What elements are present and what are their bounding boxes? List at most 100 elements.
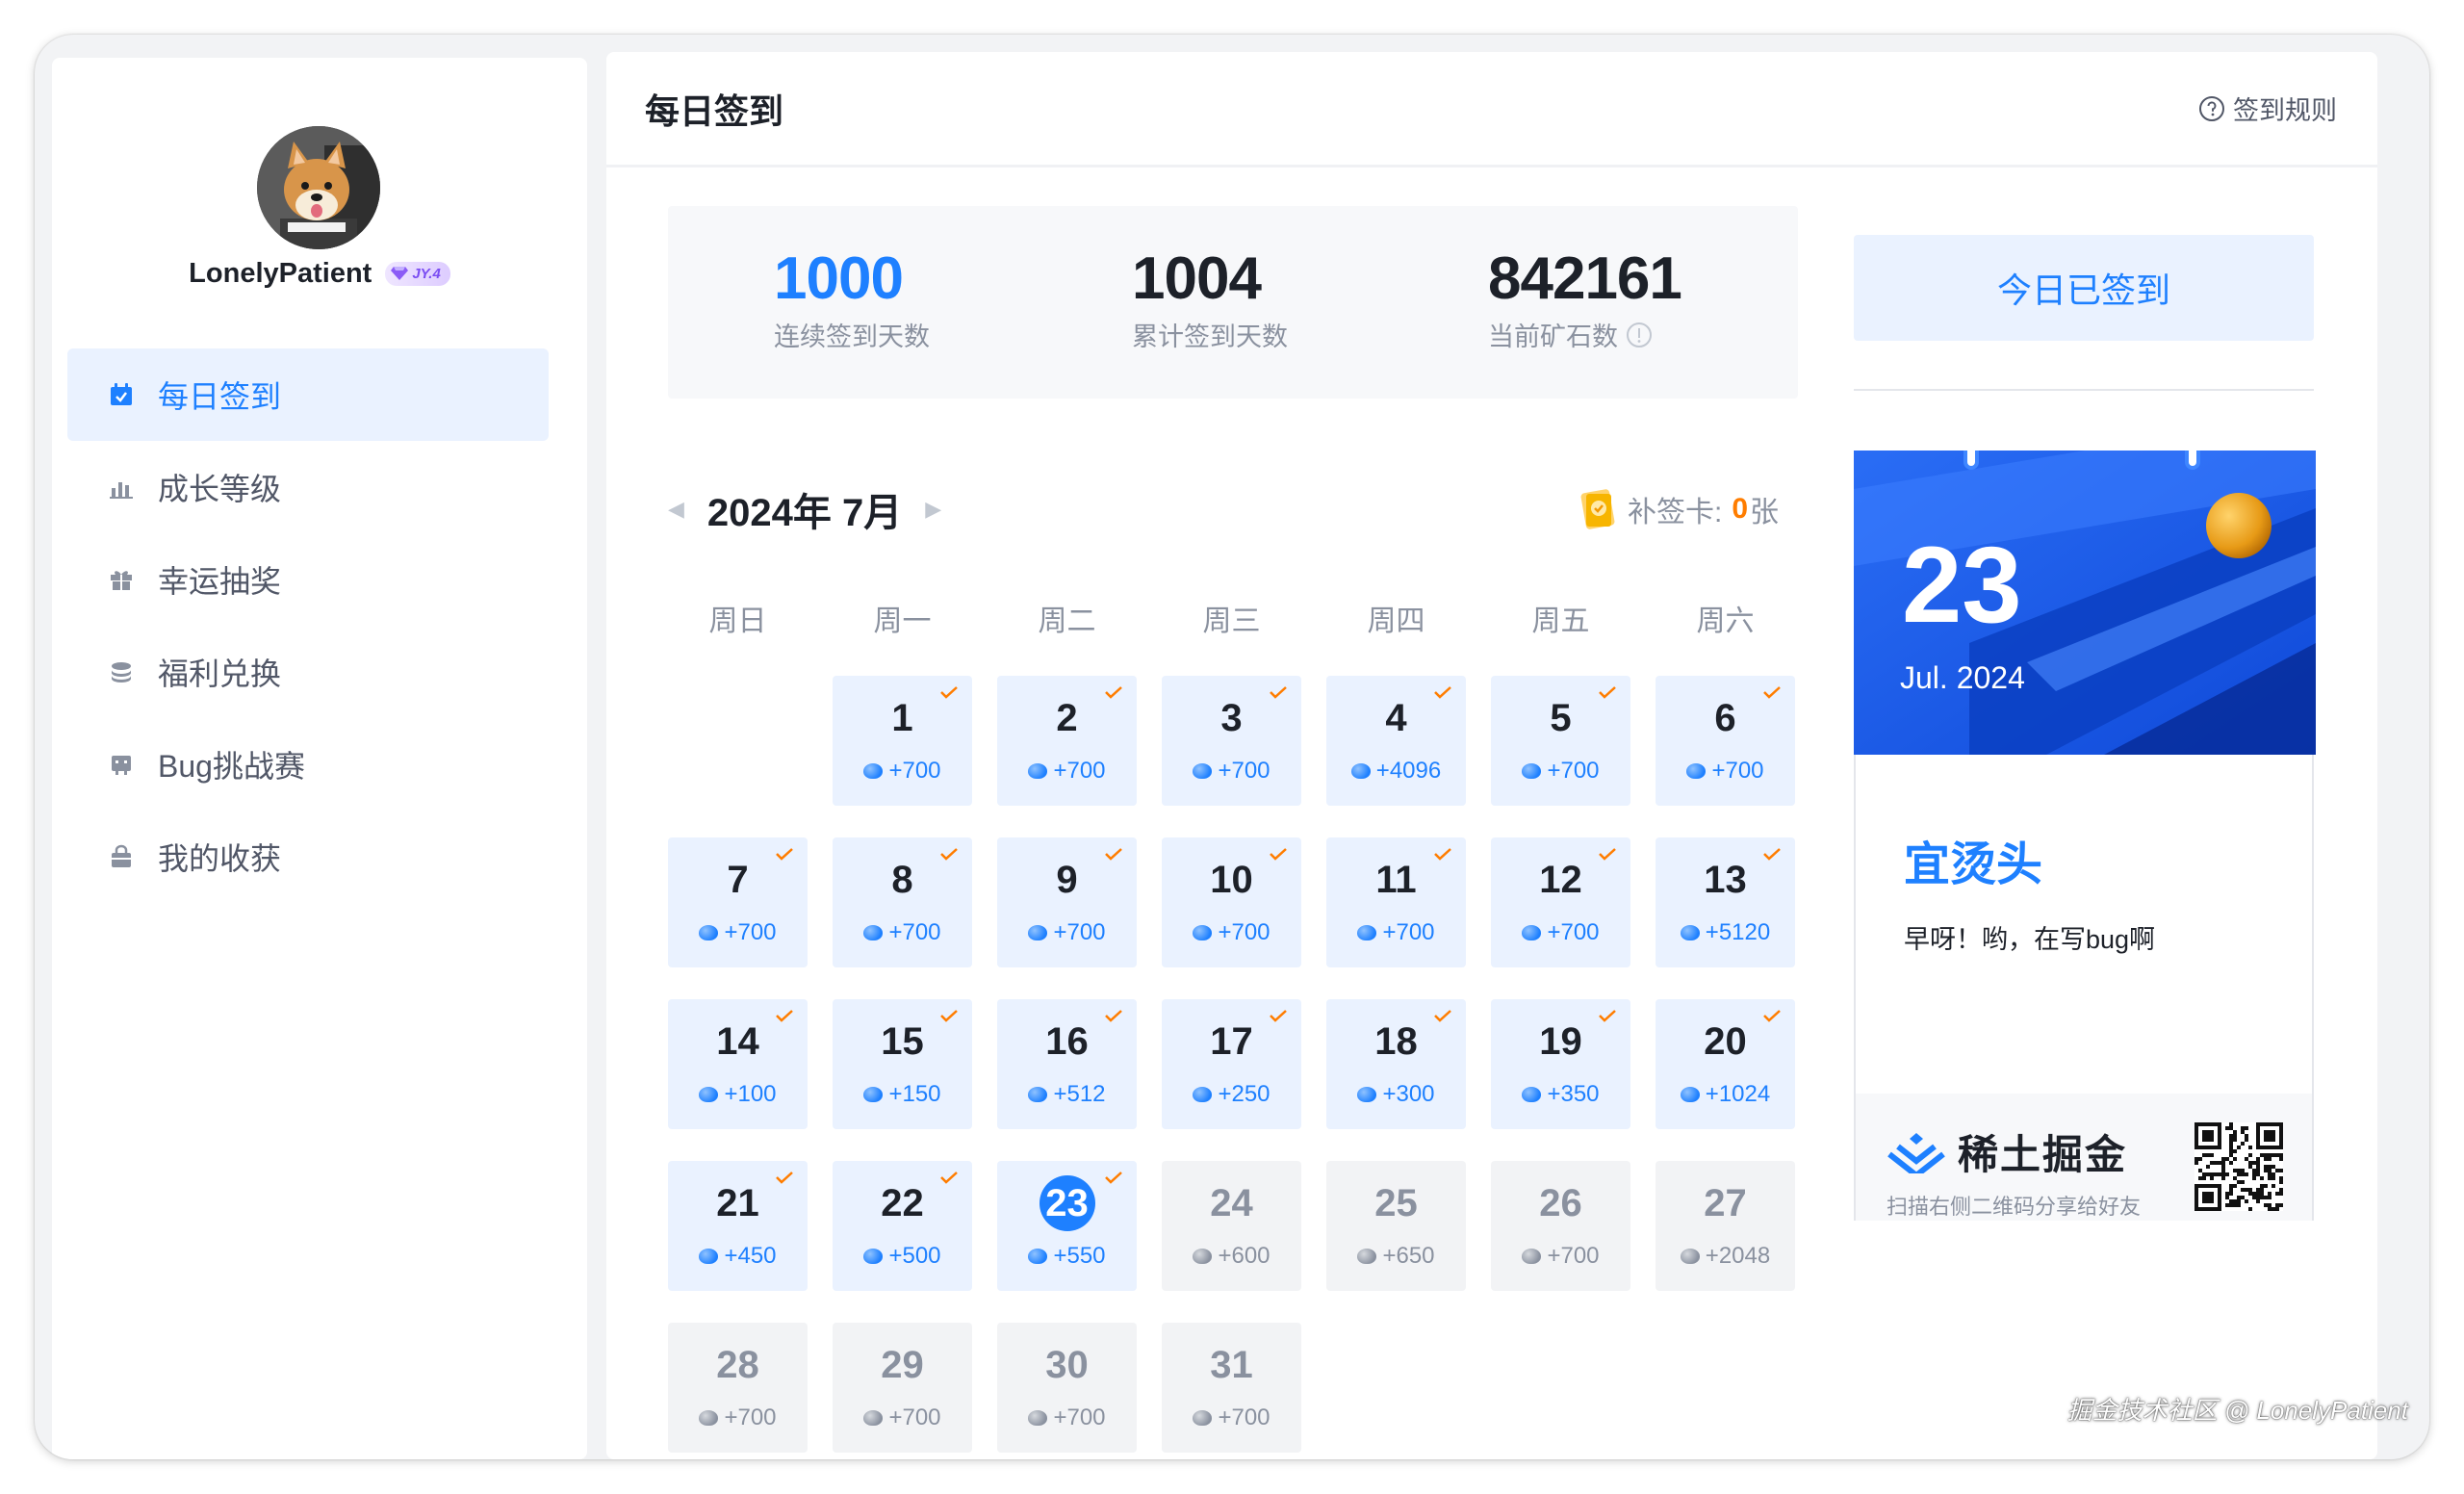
ore-icon — [1686, 763, 1707, 779]
day-reward: +700 — [1491, 1242, 1630, 1271]
calendar-day-cell[interactable]: 10 +700 — [1162, 837, 1301, 967]
checkmark-icon — [1599, 686, 1616, 699]
day-reward: +700 — [1162, 1404, 1301, 1432]
avatar[interactable] — [257, 126, 380, 249]
sidebar-item-rewards-exchange[interactable]: 福利兑换 — [67, 626, 549, 718]
calendar-day-cell[interactable]: 20 +1024 — [1656, 999, 1795, 1129]
checkmark-icon — [940, 1010, 958, 1022]
day-number: 16 — [1045, 1020, 1089, 1063]
sidebar-item-my-harvest[interactable]: 我的收获 — [67, 811, 549, 903]
calendar-day-cell[interactable]: 18 +300 — [1326, 999, 1466, 1129]
calendar-day-cell[interactable]: 30 +700 — [997, 1323, 1137, 1453]
month-navigation: ◀ 2024年 7月 ▶ — [668, 476, 941, 543]
calendar-day-cell[interactable]: 15 +150 — [833, 999, 972, 1129]
calendar-day-cell[interactable]: 25 +650 — [1326, 1161, 1466, 1291]
day-number: 5 — [1550, 697, 1572, 739]
watermark: 掘金技术社区 @ LonelyPatient — [2066, 1396, 2408, 1425]
calendar-day-cell[interactable]: 12 +700 — [1491, 837, 1630, 967]
sidebar-item-growth-level[interactable]: 成长等级 — [67, 441, 549, 533]
reward-amount: +700 — [1711, 758, 1764, 784]
help-circle-icon — [2199, 95, 2224, 121]
stat-value: 842161 — [1488, 245, 1682, 312]
checkmark-icon — [1599, 848, 1616, 861]
day-number: 26 — [1539, 1182, 1582, 1224]
card-footer: 稀土掘金 扫描右侧二维码分享给好友 — [1856, 1094, 2312, 1221]
calendar-day-cell[interactable]: 11 +700 — [1326, 837, 1466, 967]
day-reward: +700 — [668, 1404, 808, 1432]
ore-icon — [699, 1410, 719, 1426]
reward-amount: +150 — [888, 1081, 941, 1107]
day-reward: +700 — [833, 1404, 972, 1432]
calendar-day-cell[interactable]: 24 +600 — [1162, 1161, 1301, 1291]
ore-icon — [1680, 1087, 1700, 1102]
calendar-day-cell[interactable]: 4 +4096 — [1326, 676, 1466, 806]
calendar-day-cell[interactable]: 14 +100 — [668, 999, 808, 1129]
calendar-day-cell[interactable]: 9 +700 — [997, 837, 1137, 967]
username[interactable]: LonelyPatient — [189, 258, 372, 290]
day-number: 31 — [1210, 1344, 1253, 1386]
day-reward: +4096 — [1326, 757, 1466, 786]
bag-icon — [108, 843, 135, 870]
calendar-day-cell[interactable]: 31 +700 — [1162, 1323, 1301, 1453]
calendar-day-cell[interactable]: 22 +500 — [833, 1161, 972, 1291]
day-number: 18 — [1374, 1020, 1418, 1063]
calendar-day-cell[interactable]: 8 +700 — [833, 837, 972, 967]
sidebar-item-label: Bug挑战赛 — [158, 749, 305, 784]
calendar-day-cell[interactable]: 7 +700 — [668, 837, 808, 967]
sidebar-item-bug-challenge[interactable]: Bug挑战赛 — [67, 718, 549, 811]
day-reward: +650 — [1326, 1242, 1466, 1271]
calendar-day-cell[interactable]: 23 +550 — [997, 1161, 1137, 1291]
calendar-day-cell[interactable]: 26 +700 — [1491, 1161, 1630, 1291]
calendar-day-cell[interactable]: 27 +2048 — [1656, 1161, 1795, 1291]
checkmark-icon — [1763, 1010, 1781, 1022]
ore-icon — [863, 1249, 884, 1264]
sidebar-item-lucky-draw[interactable]: 幸运抽奖 — [67, 533, 549, 626]
ore-icon — [1680, 925, 1700, 940]
prev-month-icon[interactable]: ◀ — [668, 497, 684, 522]
reward-amount: +1024 — [1705, 1081, 1771, 1107]
sidebar-nav: 每日签到 成长等级 幸运抽奖 福利兑换 Bug挑战赛 我的收获 — [67, 348, 549, 903]
checked-in-button[interactable]: 今日已签到 — [1854, 235, 2314, 341]
info-icon[interactable] — [1626, 322, 1653, 348]
calendar-day-cell[interactable]: 16 +512 — [997, 999, 1137, 1129]
calendar-day-cell[interactable]: 3 +700 — [1162, 676, 1301, 806]
calendar-day-cell[interactable]: 19 +350 — [1491, 999, 1630, 1129]
day-number: 21 — [716, 1182, 759, 1224]
qr-code-icon[interactable] — [2194, 1122, 2283, 1211]
calendar-day-cell[interactable]: 1 +700 — [833, 676, 972, 806]
checkmark-icon — [776, 848, 793, 861]
calendar-day-cell[interactable]: 29 +700 — [833, 1323, 972, 1453]
page-title: 每日签到 — [645, 90, 784, 131]
sidebar-item-daily-checkin[interactable]: 每日签到 — [67, 348, 549, 441]
day-number: 15 — [881, 1020, 924, 1063]
ore-icon — [1028, 925, 1048, 940]
weekday-fri: 周五 — [1531, 605, 1590, 637]
calendar-day-cell[interactable]: 5 +700 — [1491, 676, 1630, 806]
weekday-header: 周日 周一 周二 周三 周四 周五 周六 — [668, 593, 1798, 651]
calendar-day-cell[interactable]: 2 +700 — [997, 676, 1137, 806]
calendar-day-cell[interactable]: 13 +5120 — [1656, 837, 1795, 967]
fortune-title: 宜烫头 — [1904, 839, 2043, 890]
weekday-tue: 周二 — [1038, 605, 1096, 637]
app-window: LonelyPatient JY.4 每日签到 成长等级 幸运抽奖 福利兑换 B… — [35, 35, 2429, 1459]
diamond-icon — [391, 267, 409, 280]
day-number: 4 — [1385, 697, 1407, 739]
calendar-day-cell[interactable]: 21 +450 — [668, 1161, 808, 1291]
checkin-rules-link[interactable]: 签到规则 — [2198, 90, 2337, 127]
calendar-day-cell[interactable]: 28 +700 — [668, 1323, 808, 1453]
sidebar-item-label: 幸运抽奖 — [158, 564, 282, 599]
checkmark-icon — [1270, 686, 1287, 699]
gift-icon — [108, 566, 135, 593]
ore-icon — [1193, 1249, 1213, 1264]
day-reward: +500 — [833, 1242, 972, 1271]
calendar-day-cell[interactable]: 6 +700 — [1656, 676, 1795, 806]
reward-amount: +550 — [1053, 1243, 1106, 1269]
ore-icon — [699, 925, 719, 940]
reward-amount: +512 — [1053, 1081, 1106, 1107]
next-month-icon[interactable]: ▶ — [925, 497, 941, 522]
checkmark-icon — [1434, 1010, 1451, 1022]
reward-amount: +300 — [1382, 1081, 1435, 1107]
reward-amount: +700 — [888, 919, 941, 945]
day-reward: +2048 — [1656, 1242, 1795, 1271]
calendar-day-cell[interactable]: 17 +250 — [1162, 999, 1301, 1129]
